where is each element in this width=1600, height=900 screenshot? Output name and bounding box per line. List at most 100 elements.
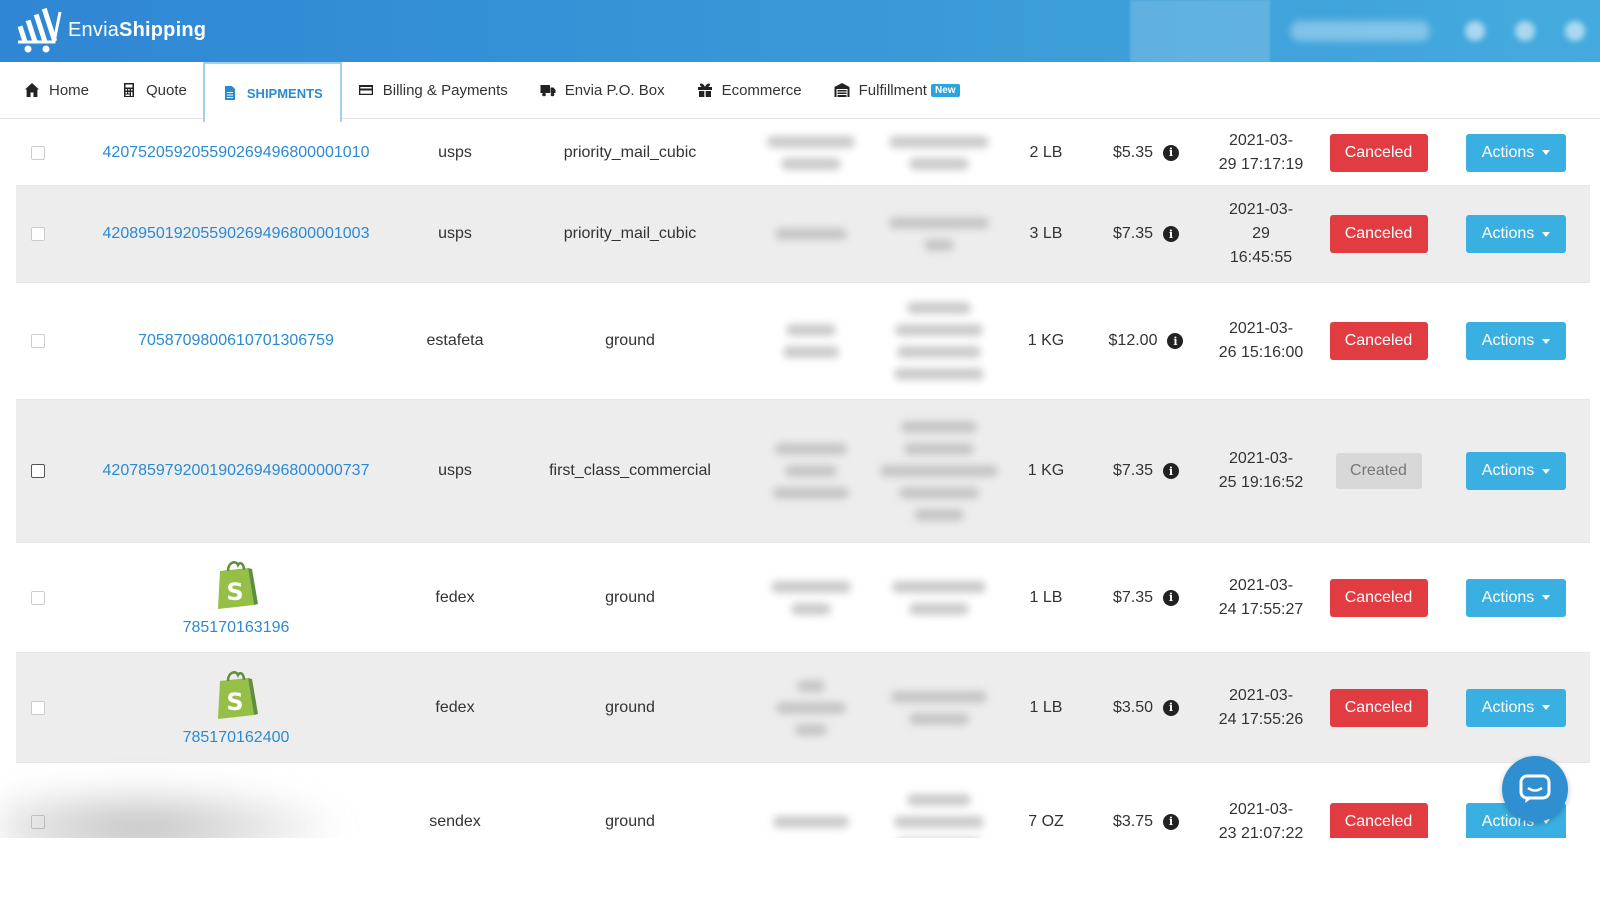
credit-card-icon [358, 85, 373, 95]
blurred-origin-cell [751, 400, 871, 542]
actions-label: Actions [1481, 462, 1535, 479]
tracking-number-link[interactable]: 705870980061070130​6759 [138, 332, 334, 350]
date-cell: 2021-03- 24 17:55:26 [1201, 653, 1321, 762]
nav-quote-label: Quote [146, 81, 187, 99]
actions-label: Actions [1481, 588, 1535, 606]
carrier-cell: usps [438, 225, 472, 242]
blurred-origin-cell [751, 120, 871, 185]
row-checkbox[interactable] [31, 227, 45, 241]
carrier-cell: fedex [435, 698, 475, 716]
status-badge-created: Created [1335, 453, 1422, 489]
row-checkbox[interactable] [31, 464, 45, 478]
price-value: $3.75 [1112, 812, 1154, 830]
nav-home[interactable]: Home [8, 62, 105, 118]
status-badge-canceled: Canceled [1329, 688, 1428, 727]
shopify-bag-icon: S [218, 560, 258, 609]
shopify-bag-icon: S [218, 670, 258, 719]
caret-down-icon [1542, 231, 1551, 237]
actions-dropdown-button[interactable]: Actions [1466, 578, 1566, 617]
date-line: 2021-03- [1228, 576, 1294, 594]
caret-down-icon [1542, 468, 1551, 474]
nav-po-box-label: Envia P.O. Box [564, 81, 665, 99]
brand-name: EnviaShipping [68, 18, 207, 41]
nav-ecommerce-label: Ecommerce [721, 81, 802, 99]
nav-shipments[interactable]: SHIPMENTS [202, 62, 342, 122]
blurred-account-name[interactable] [1290, 21, 1430, 41]
blurred-destination-cell [871, 283, 1006, 399]
status-badge-canceled: Canceled [1329, 802, 1428, 841]
row-checkbox[interactable] [31, 590, 45, 605]
settings-icon[interactable] [1515, 21, 1535, 41]
blurred-destination-cell [871, 186, 1006, 282]
date-line: 2021-03- [1228, 450, 1294, 467]
info-icon[interactable]: i [1163, 463, 1180, 479]
status-badge-canceled: Canceled [1329, 322, 1428, 360]
tracking-number-link[interactable]: 420752059205590269496800001010 [103, 144, 370, 162]
weight-cell: 3 LB [1029, 225, 1063, 242]
status-badge-canceled: Canceled [1329, 215, 1428, 253]
actions-dropdown-button[interactable]: Actions [1466, 688, 1566, 727]
info-icon[interactable]: i [1163, 226, 1180, 242]
blurred-origin-cell [751, 543, 871, 652]
actions-dropdown-button[interactable]: Actions [1466, 452, 1566, 490]
blurred-balance[interactable] [1130, 0, 1270, 62]
info-icon[interactable]: i [1167, 333, 1184, 349]
row-checkbox[interactable] [31, 334, 45, 348]
tracking-number-link[interactable]: 785170163196 [183, 619, 290, 637]
user-menu-icon[interactable] [1565, 21, 1585, 41]
warehouse-icon [834, 83, 850, 97]
nav-po-box[interactable]: Envia P.O. Box [524, 62, 681, 118]
date-cell: 2021-03- 29 16:45:55 [1201, 186, 1321, 282]
nav-ecommerce[interactable]: Ecommerce [681, 62, 818, 118]
actions-dropdown-button[interactable]: Actions [1466, 133, 1566, 172]
table-row: 420785979200190269496800000737 usps firs… [16, 400, 1590, 543]
tracking-number-link[interactable]: 420785979200190269496800000737 [103, 462, 370, 480]
info-icon[interactable]: i [1163, 144, 1180, 161]
truck-icon [540, 85, 556, 97]
actions-label: Actions [1481, 698, 1535, 716]
date-cell: 2021-03- 24 17:55:27 [1201, 543, 1321, 652]
info-icon[interactable]: i [1163, 813, 1180, 830]
envia-logo-icon [17, 7, 62, 53]
chat-support-button[interactable] [1502, 756, 1568, 822]
blurred-destination-cell [871, 120, 1006, 185]
actions-label: Actions [1481, 143, 1535, 161]
caret-down-icon [1542, 338, 1551, 344]
date-cell: 2021-03- 29 17:17:19 [1201, 120, 1321, 185]
main-nav: Home Quote SHIPMENTS Billing & Payments … [0, 62, 1600, 122]
nav-billing[interactable]: Billing & Payments [342, 62, 524, 118]
tracking-number-link[interactable]: 420895019205590269496800001003 [103, 225, 370, 243]
service-cell: priority_mail_cubic [563, 225, 697, 242]
date-line: 26 15:16:00 [1218, 344, 1304, 361]
row-checkbox[interactable] [31, 700, 45, 715]
row-checkbox[interactable] [31, 145, 45, 160]
carrier-cell: usps [438, 462, 472, 479]
brand-logo-link[interactable]: EnviaShipping [14, 6, 206, 54]
service-cell: ground [605, 588, 655, 606]
weight-cell: 1 LB [1029, 698, 1063, 716]
blurred-destination-cell [871, 543, 1006, 652]
notification-icon[interactable] [1465, 21, 1485, 41]
date-line: 29 17:17:19 [1218, 155, 1304, 173]
nav-fulfillment[interactable]: Fulfillment New [818, 62, 976, 118]
chat-icon [1519, 774, 1551, 803]
date-line: 2021-03- [1228, 131, 1294, 149]
carrier-cell: fedex [435, 588, 475, 606]
weight-cell: 1 LB [1029, 588, 1063, 606]
actions-dropdown-button[interactable]: Actions [1466, 215, 1566, 253]
info-icon[interactable]: i [1163, 699, 1180, 716]
date-cell: 2021-03- 25 19:16:52 [1201, 400, 1321, 542]
carrier-cell: usps [438, 143, 472, 161]
info-icon[interactable]: i [1163, 589, 1180, 606]
price-value: $3.50 [1112, 698, 1154, 716]
caret-down-icon [1542, 150, 1551, 155]
carrier-cell: estafeta [426, 332, 484, 349]
price-value: $12.00 [1108, 332, 1158, 349]
weight-cell: 1 KG [1027, 332, 1065, 349]
nav-quote[interactable]: Quote [105, 62, 203, 118]
tracking-number-link[interactable]: 785170162400 [183, 729, 290, 747]
actions-dropdown-button[interactable]: Actions [1466, 322, 1566, 360]
blurred-origin-cell [751, 653, 871, 762]
caret-down-icon [1542, 595, 1551, 600]
price-value: $7.35 [1112, 225, 1154, 242]
